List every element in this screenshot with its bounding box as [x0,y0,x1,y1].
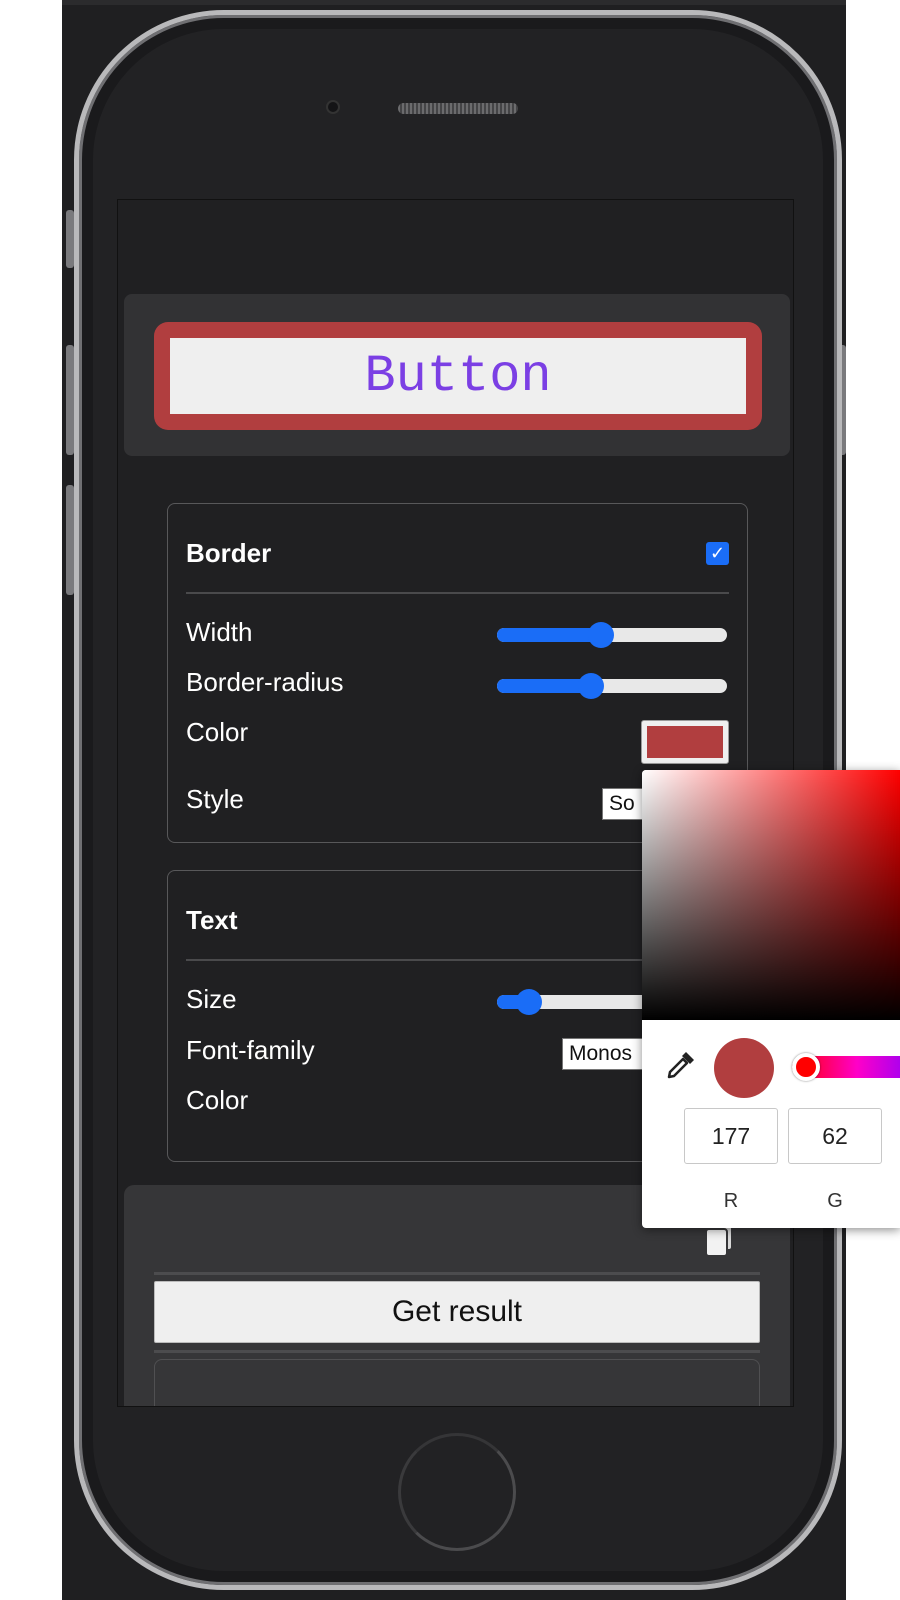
color-preview-dot [714,1038,774,1098]
volume-down-button [66,485,74,595]
hue-slider-thumb[interactable] [792,1053,820,1081]
red-label: R [723,1190,739,1212]
result-output [154,1359,760,1406]
slider-thumb[interactable] [516,989,543,1015]
border-panel-title: Border [186,538,272,568]
color-picker-popup: 177 62 R G [642,770,900,1228]
font-family-label: Font-family [186,1035,315,1065]
border-radius-label: Border-radius [186,667,344,697]
get-result-button[interactable]: Get result [154,1281,760,1343]
top-strip [62,0,846,5]
border-enabled-checkbox[interactable]: ✓ [706,542,729,565]
earpiece-speaker [398,103,518,114]
border-style-label: Style [186,784,244,814]
slider-thumb[interactable] [587,622,614,648]
mute-switch [66,210,74,268]
border-color-label: Color [186,717,249,747]
front-camera [326,100,340,114]
eyedropper-icon[interactable] [664,1048,698,1082]
result-divider-top [154,1272,760,1275]
border-width-label: Width [186,617,253,647]
border-width-slider[interactable] [497,622,727,648]
volume-up-button [66,345,74,455]
border-radius-slider[interactable] [497,673,727,699]
green-label: G [827,1190,843,1212]
home-button[interactable] [398,1433,516,1551]
green-value-input[interactable]: 62 [788,1108,882,1164]
text-color-label: Color [186,1085,249,1115]
preview-card: Button [124,294,790,456]
red-value-input[interactable]: 177 [684,1108,778,1164]
result-divider-bottom [154,1350,760,1353]
border-panel-divider [186,592,729,594]
text-size-label: Size [186,984,237,1014]
slider-thumb[interactable] [578,673,605,699]
preview-button[interactable]: Button [154,322,762,430]
border-color-swatch[interactable] [641,720,729,764]
saturation-area[interactable] [642,770,900,1020]
